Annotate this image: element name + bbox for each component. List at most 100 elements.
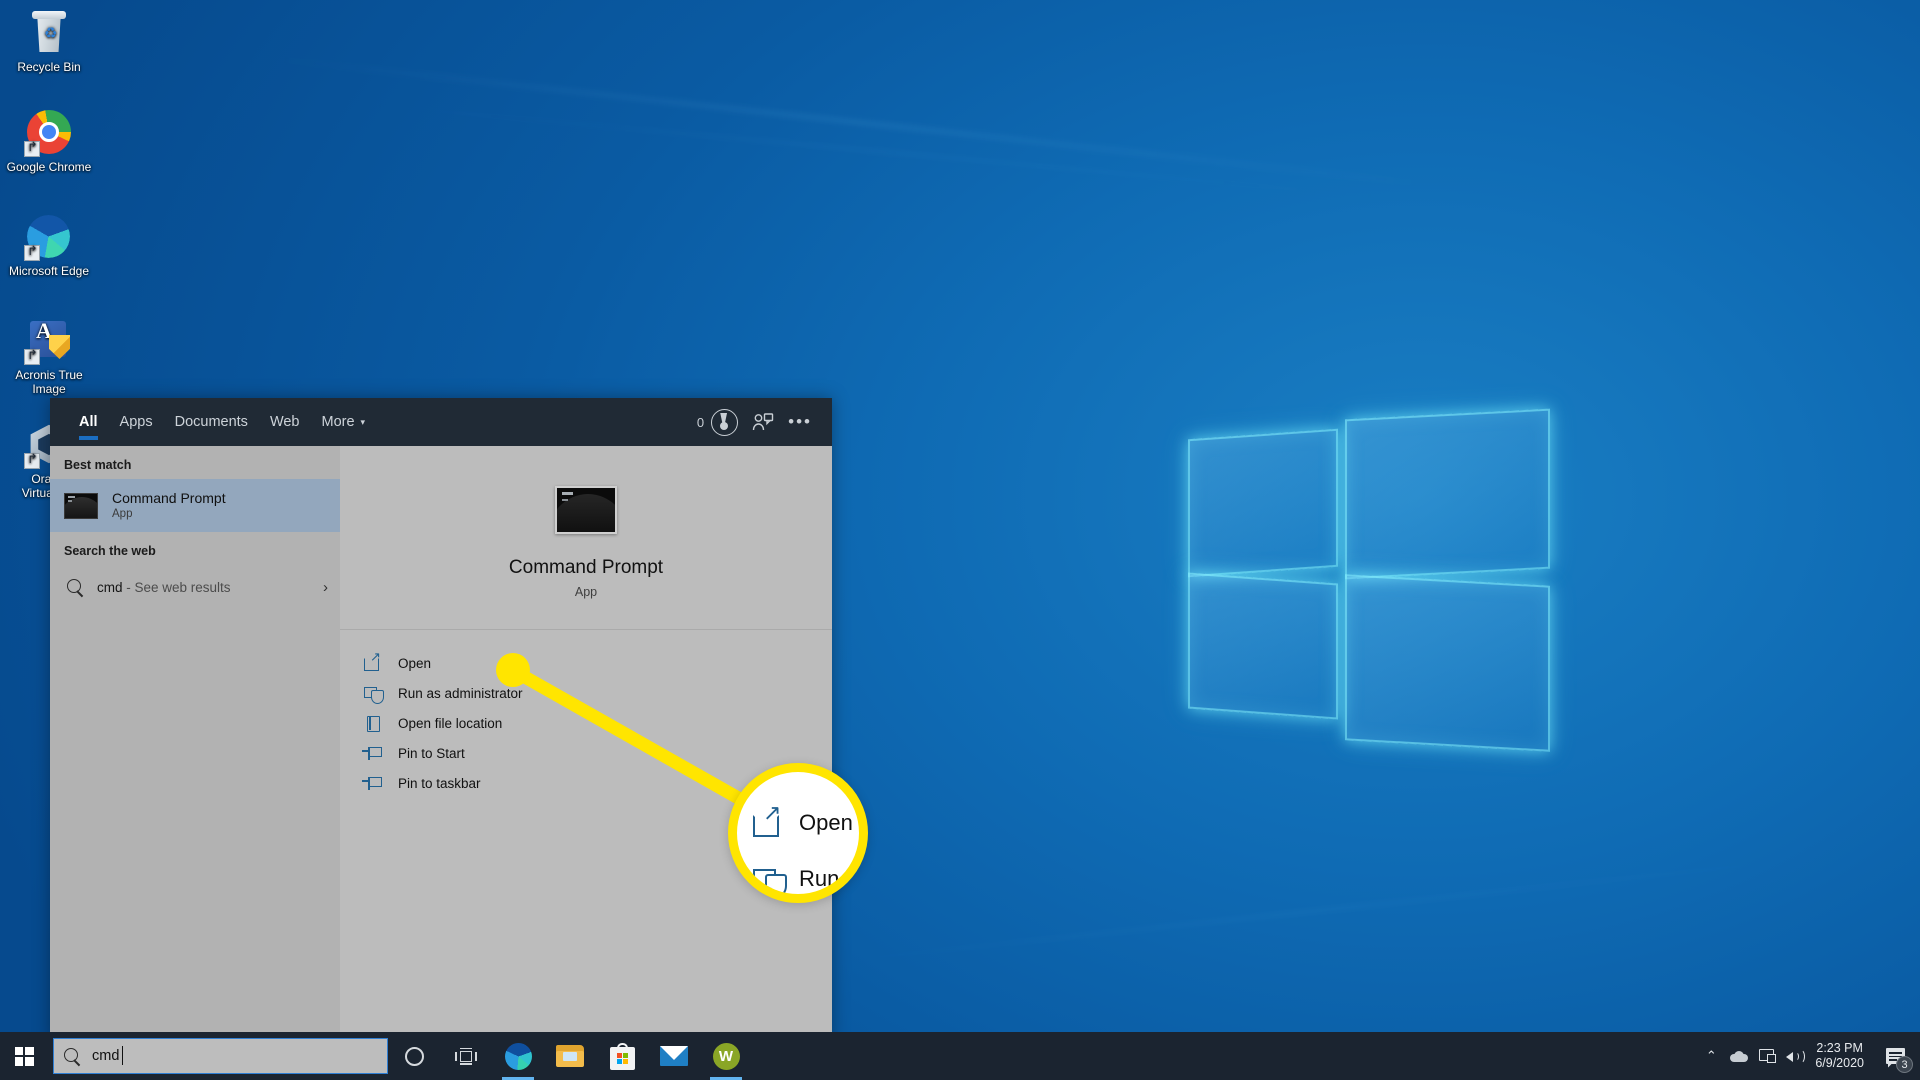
volume-icon[interactable] — [1781, 1032, 1809, 1080]
desktop-icon-google-chrome[interactable]: Google Chrome — [3, 108, 95, 175]
shield-admin-icon — [753, 864, 787, 894]
taskbar-button-file-explorer[interactable] — [544, 1032, 596, 1080]
microsoft-edge-icon — [24, 212, 73, 261]
rewards-medal-icon — [711, 408, 739, 436]
chevron-down-icon: ▾ — [360, 416, 366, 427]
action-label: Pin to taskbar — [398, 775, 481, 791]
taskbar-button-mail[interactable] — [648, 1032, 700, 1080]
wallpaper-beam — [762, 852, 1858, 971]
app-preview-column: Command Prompt App Open Run as administr… — [340, 446, 832, 1042]
tab-web[interactable]: Web — [259, 398, 311, 446]
windows-search-panel: All Apps Documents Web More ▾ 0 ••• Best… — [50, 398, 832, 1042]
action-label: Pin to Start — [398, 745, 465, 761]
network-icon[interactable] — [1753, 1032, 1781, 1080]
logo-pane — [1188, 572, 1338, 720]
rewards-points: 0 — [696, 414, 705, 430]
taskbar-clock[interactable]: 2:23 PM 6/9/2020 — [1809, 1041, 1874, 1071]
taskbar-button-wps-office[interactable]: W — [700, 1032, 752, 1080]
search-icon — [67, 578, 84, 596]
preview-header: Command Prompt App — [340, 446, 832, 630]
desktop-icon-label: Microsoft Edge — [8, 264, 90, 278]
header-actions: 0 ••• — [696, 408, 820, 436]
folder-location-icon — [364, 714, 382, 732]
file-explorer-icon — [556, 1045, 584, 1067]
result-item-command-prompt[interactable]: Command Prompt App — [50, 479, 340, 532]
magnified-action-open: Open — [753, 800, 853, 838]
search-input-value: cmd — [92, 1046, 124, 1065]
desktop-icon-acronis-true-image[interactable]: A Acronis True Image — [3, 316, 95, 396]
preview-title: Command Prompt — [508, 557, 664, 578]
taskbar: cmd W ⌃ 2:23 PM 6/9/2020 3 — [0, 1032, 1920, 1080]
pin-icon — [362, 774, 382, 792]
logo-pane — [1188, 428, 1338, 578]
feedback-person-icon[interactable] — [752, 412, 774, 432]
wallpaper-beam — [302, 97, 1448, 205]
wallpaper-beam — [263, 56, 1437, 187]
shortcut-arrow-icon — [24, 141, 40, 157]
acronis-true-image-icon: A — [24, 316, 73, 365]
task-view-button[interactable] — [440, 1032, 492, 1080]
pin-icon — [362, 744, 382, 762]
recycle-bin-icon: ♻ — [25, 8, 73, 56]
search-results-column: Best match Command Prompt App Search the… — [50, 446, 340, 1042]
command-prompt-icon — [64, 492, 98, 519]
action-open[interactable]: Open — [340, 648, 832, 678]
windows-start-icon — [14, 1046, 34, 1066]
action-center-button[interactable]: 3 — [1874, 1032, 1916, 1080]
chevron-right-icon: › — [323, 578, 328, 596]
search-panel-body: Best match Command Prompt App Search the… — [50, 446, 832, 1042]
microsoft-edge-icon — [504, 1042, 532, 1070]
tab-apps[interactable]: Apps — [109, 398, 164, 446]
tab-more[interactable]: More ▾ — [311, 398, 377, 446]
rewards-button[interactable]: 0 — [696, 408, 739, 436]
windows-logo-wallpaper — [1188, 378, 1550, 752]
action-label: Open file location — [398, 715, 503, 731]
cortana-circle-icon — [404, 1046, 424, 1066]
desktop-icon-label: Recycle Bin — [17, 60, 81, 74]
web-result-text: cmd - See web results — [97, 580, 231, 595]
open-icon — [364, 649, 382, 672]
web-result-query: cmd — [97, 579, 123, 595]
search-the-web-label: Search the web — [64, 544, 156, 558]
action-open-file-location[interactable]: Open file location — [340, 708, 832, 738]
system-tray: ⌃ 2:23 PM 6/9/2020 3 — [1697, 1032, 1920, 1080]
logo-pane — [1345, 574, 1550, 752]
magnified-action-run: Run — [753, 864, 839, 894]
magnified-label: Run — [799, 866, 840, 891]
desktop-icon-label: Google Chrome — [6, 160, 92, 174]
magnified-label: Open — [799, 810, 853, 835]
shortcut-arrow-icon — [24, 245, 40, 261]
tab-all[interactable]: All — [68, 398, 109, 446]
start-button[interactable] — [0, 1032, 48, 1080]
tab-documents[interactable]: Documents — [164, 398, 259, 446]
ellipsis-icon[interactable]: ••• — [788, 413, 812, 430]
notification-badge: 3 — [1896, 1056, 1913, 1073]
action-pin-to-start[interactable]: Pin to Start — [340, 738, 832, 768]
mail-icon — [660, 1046, 688, 1066]
google-chrome-icon — [24, 108, 73, 157]
taskbar-search-input[interactable]: cmd — [53, 1038, 388, 1074]
chevron-up-icon[interactable]: ⌃ — [1697, 1032, 1725, 1080]
command-prompt-icon — [555, 486, 617, 534]
web-result-item[interactable]: cmd - See web results › — [50, 565, 340, 609]
web-result-suffix: - See web results — [122, 579, 231, 595]
app-actions-list: Open Run as administrator Open file loca… — [340, 630, 832, 798]
clock-time: 2:23 PM — [1816, 1041, 1863, 1055]
action-run-as-administrator[interactable]: Run as administrator — [340, 678, 832, 708]
w-app-icon: W — [712, 1042, 740, 1070]
search-tabs-header: All Apps Documents Web More ▾ 0 ••• — [50, 398, 832, 446]
shield-admin-icon — [364, 684, 384, 704]
clock-date: 6/9/2020 — [1815, 1056, 1864, 1070]
onedrive-cloud-icon[interactable] — [1725, 1032, 1753, 1080]
desktop-icon-recycle-bin[interactable]: ♻ Recycle Bin — [3, 8, 95, 75]
magnifier-callout: Open Run — [728, 763, 868, 903]
taskbar-button-edge[interactable] — [492, 1032, 544, 1080]
taskbar-button-microsoft-store[interactable] — [596, 1032, 648, 1080]
open-icon — [753, 800, 783, 838]
best-match-label: Best match — [64, 458, 132, 472]
search-icon — [64, 1047, 81, 1065]
action-label: Run as administrator — [398, 685, 523, 701]
desktop-icon-microsoft-edge[interactable]: Microsoft Edge — [3, 212, 95, 279]
cortana-button[interactable] — [388, 1032, 440, 1080]
preview-subtitle: App — [574, 585, 598, 599]
